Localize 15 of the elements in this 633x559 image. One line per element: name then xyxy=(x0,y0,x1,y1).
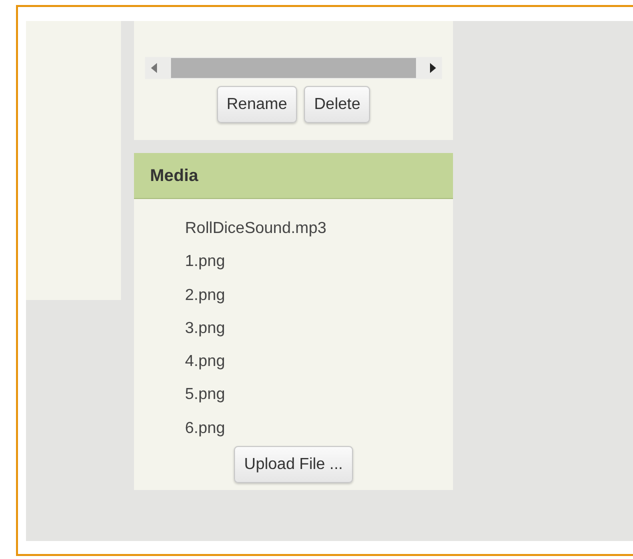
upload-file-button[interactable]: Upload File ... xyxy=(234,446,353,484)
media-file-item[interactable]: 2.png xyxy=(185,278,226,312)
scrollbar-thumb[interactable] xyxy=(171,58,416,78)
media-file-item[interactable]: 4.png xyxy=(185,345,226,378)
rename-button[interactable]: Rename xyxy=(216,86,298,123)
media-file-item[interactable]: 3.png xyxy=(185,312,226,346)
media-title: Media xyxy=(150,164,198,187)
media-file-item[interactable]: 1.png xyxy=(185,245,226,279)
scroll-left-icon[interactable] xyxy=(151,63,157,73)
scroll-right-icon[interactable] xyxy=(430,63,436,73)
media-file-item[interactable]: 6.png xyxy=(185,412,226,446)
delete-button[interactable]: Delete xyxy=(304,86,370,123)
media-file-item[interactable]: RollDiceSound.mp3 xyxy=(185,212,326,246)
media-file-item[interactable]: 5.png xyxy=(185,378,226,412)
horizontal-scrollbar[interactable] xyxy=(145,57,442,79)
